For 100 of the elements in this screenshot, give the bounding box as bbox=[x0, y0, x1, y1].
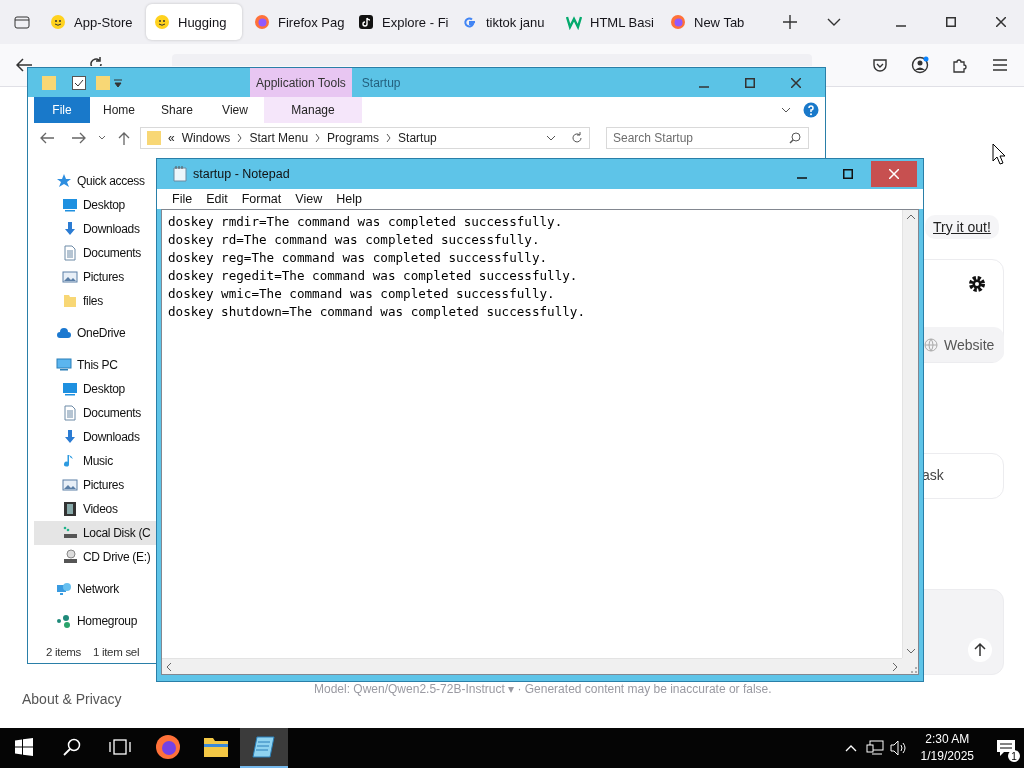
nav-item[interactable]: Music bbox=[34, 449, 156, 473]
chevron-down-icon[interactable] bbox=[546, 135, 556, 141]
minimize-icon bbox=[797, 177, 807, 179]
windows-logo-icon bbox=[15, 738, 33, 756]
notification-count: 1 bbox=[1008, 750, 1020, 762]
context-tab-label: Application Tools bbox=[250, 68, 352, 97]
breadcrumb[interactable]: Windows bbox=[181, 131, 231, 145]
nav-item[interactable]: files bbox=[34, 289, 156, 313]
note-icon bbox=[358, 14, 374, 30]
breadcrumb[interactable]: Programs bbox=[327, 131, 380, 145]
nav-item[interactable]: This PC bbox=[34, 353, 156, 377]
nav-item[interactable]: Desktop bbox=[34, 377, 156, 401]
nav-item[interactable]: Local Disk (C bbox=[34, 521, 156, 545]
refresh-icon[interactable] bbox=[571, 132, 583, 144]
browser-tab[interactable]: tiktok janu bbox=[454, 4, 554, 40]
firefox-icon bbox=[670, 14, 686, 30]
breadcrumb[interactable]: Startup bbox=[398, 131, 437, 145]
menu-item[interactable]: View bbox=[288, 192, 330, 206]
search-icon bbox=[789, 132, 801, 144]
search-field[interactable]: Search Startup bbox=[606, 127, 809, 149]
firefox-icon bbox=[155, 734, 181, 760]
homegroup-icon bbox=[56, 613, 72, 629]
resize-grip-icon[interactable] bbox=[908, 664, 918, 674]
nav-item[interactable]: Documents bbox=[34, 241, 156, 265]
browser-tab[interactable]: New Tab bbox=[662, 4, 762, 40]
nav-item[interactable]: Homegroup bbox=[34, 609, 156, 633]
document-icon bbox=[62, 405, 78, 421]
forward-icon[interactable] bbox=[72, 132, 86, 144]
clock[interactable]: 2:30 AM 1/19/2025 bbox=[920, 731, 974, 765]
browser-tab[interactable]: Hugging bbox=[146, 4, 242, 40]
folder-icon bbox=[62, 293, 78, 309]
maximize-icon bbox=[843, 169, 853, 179]
nav-item[interactable]: CD Drive (E:) bbox=[34, 545, 156, 569]
menu-item[interactable]: Help bbox=[329, 192, 369, 206]
breadcrumb[interactable]: « bbox=[168, 131, 175, 145]
nav-item[interactable]: Documents bbox=[34, 401, 156, 425]
folder-icon bbox=[96, 74, 110, 91]
checkbox-icon[interactable] bbox=[72, 75, 86, 90]
ribbon-tab[interactable]: Manage bbox=[264, 97, 362, 123]
nav-item[interactable]: Downloads bbox=[34, 217, 156, 241]
download-icon bbox=[62, 429, 78, 445]
model-footer: Model: Qwen/Qwen2.5-72B-Instruct ▾ · Generated content may be inaccurate or false. bbox=[314, 682, 772, 696]
smiley-icon bbox=[50, 14, 66, 30]
nav-item[interactable]: Network bbox=[34, 577, 156, 601]
menu-item[interactable]: Edit bbox=[199, 192, 235, 206]
nav-item[interactable]: Pictures bbox=[34, 265, 156, 289]
back-icon[interactable] bbox=[40, 132, 54, 144]
chevron-down-icon[interactable] bbox=[781, 107, 791, 113]
ribbon-tab[interactable]: File bbox=[34, 97, 90, 123]
address-field[interactable] bbox=[172, 54, 812, 66]
nav-item[interactable]: Videos bbox=[34, 497, 156, 521]
g-icon bbox=[462, 14, 478, 30]
folder-icon bbox=[203, 735, 229, 759]
taskbar-app[interactable] bbox=[240, 728, 288, 768]
dropdown-icon[interactable] bbox=[114, 77, 122, 88]
folder-icon bbox=[147, 130, 161, 146]
browser-tab[interactable]: HTML Basi bbox=[558, 4, 658, 40]
horizontal-scrollbar[interactable] bbox=[162, 658, 902, 674]
pictures-icon bbox=[62, 269, 78, 285]
browser-tab[interactable]: App-Store bbox=[42, 4, 142, 40]
text-line: doskey shutdown=The command was completed successfully. bbox=[168, 303, 586, 321]
reload-icon[interactable] bbox=[88, 56, 104, 66]
chevron-right-icon bbox=[237, 134, 243, 142]
computer-icon bbox=[56, 357, 72, 373]
text-area[interactable] bbox=[161, 209, 919, 675]
nav-item[interactable]: OneDrive bbox=[34, 321, 156, 345]
arrow-up-icon[interactable] bbox=[967, 637, 993, 663]
breadcrumb[interactable]: Start Menu bbox=[249, 131, 309, 145]
settings-icon[interactable] bbox=[968, 275, 986, 293]
chevron-down-icon[interactable] bbox=[98, 135, 106, 141]
status-text: 2 items bbox=[46, 646, 81, 658]
about-link[interactable]: About & Privacy bbox=[22, 691, 122, 707]
nav-item[interactable]: Downloads bbox=[34, 425, 156, 449]
disc-drive-icon bbox=[62, 549, 78, 565]
cursor-icon bbox=[992, 143, 1006, 165]
address-field[interactable]: « Windows Start Menu Programs Startup bbox=[140, 127, 590, 149]
network-icon bbox=[56, 581, 72, 597]
window-title: startup - Notepad bbox=[193, 167, 290, 181]
nav-item[interactable]: Desktop bbox=[34, 193, 156, 217]
try-it-link[interactable]: Try it out! bbox=[925, 215, 999, 239]
vertical-scrollbar[interactable] bbox=[902, 210, 918, 658]
notification-button[interactable]: 1 bbox=[988, 728, 1024, 768]
browser-tab[interactable]: Firefox Pag bbox=[246, 4, 346, 40]
notepad-icon bbox=[173, 166, 187, 182]
w-icon bbox=[566, 14, 582, 30]
nav-item[interactable]: Quick access bbox=[34, 169, 156, 193]
notepad-icon bbox=[251, 734, 277, 760]
chevron-right-icon bbox=[386, 134, 392, 142]
help-icon[interactable] bbox=[803, 102, 819, 118]
nav-item[interactable]: Pictures bbox=[34, 473, 156, 497]
browser-tab[interactable]: Explore - Fi bbox=[350, 4, 450, 40]
close-icon bbox=[791, 77, 801, 88]
desktop-icon bbox=[62, 381, 78, 397]
up-arrow-icon[interactable] bbox=[118, 131, 130, 145]
firefox-icon bbox=[254, 14, 270, 30]
menu-item[interactable]: File bbox=[165, 192, 200, 206]
desktop-icon bbox=[62, 197, 78, 213]
menu-item[interactable]: Format bbox=[234, 192, 289, 206]
pictures-icon bbox=[62, 477, 78, 493]
text-line: doskey rd=The command was completed successfully. bbox=[168, 231, 541, 249]
